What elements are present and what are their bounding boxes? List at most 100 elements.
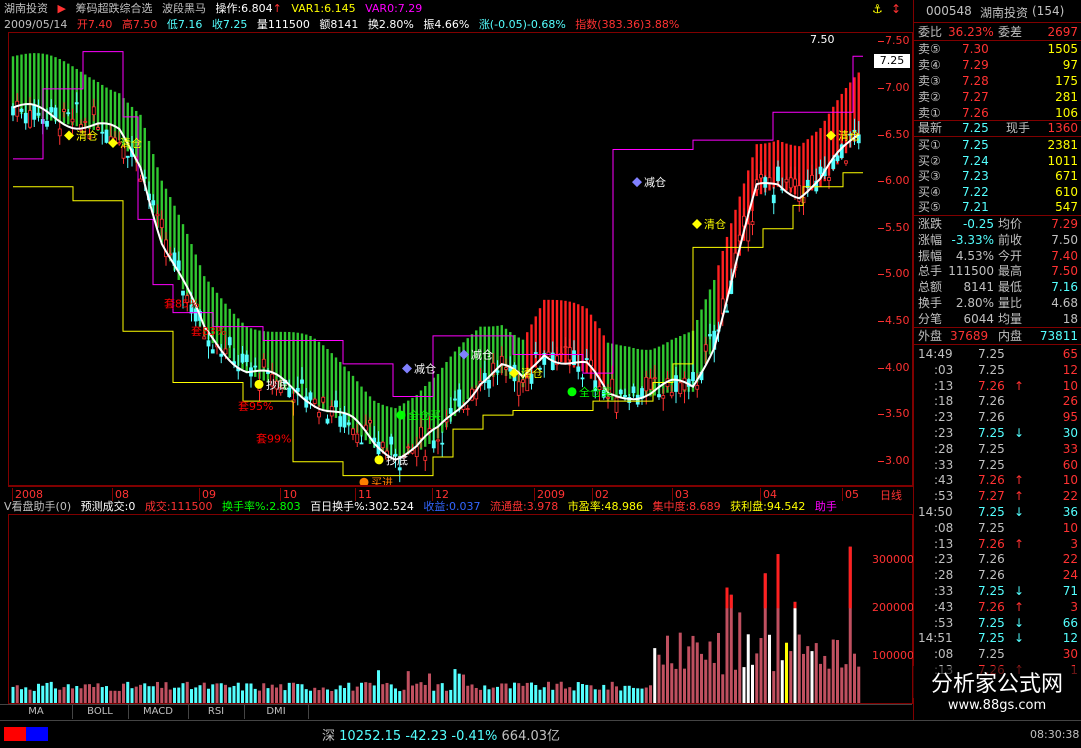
volume-bar[interactable] <box>372 685 376 703</box>
kline-chart[interactable]: 清仓清仓减仓减仓清仓减仓清仓清仓抄底抄底全仓买全仓买买进套99%套85%套95%… <box>9 33 912 485</box>
volume-bar[interactable] <box>491 687 495 703</box>
volume-bar[interactable] <box>623 685 627 703</box>
candle[interactable] <box>440 431 445 457</box>
candle[interactable] <box>104 129 109 144</box>
volume-bar[interactable] <box>75 686 79 703</box>
volume-bar[interactable] <box>279 684 283 703</box>
volume-bar[interactable] <box>79 688 83 703</box>
candle[interactable] <box>125 155 130 168</box>
ask-row[interactable]: 卖⑤ 7.30 1505 <box>918 41 1078 57</box>
volume-bar[interactable] <box>287 682 291 703</box>
volume-bar[interactable] <box>11 686 15 703</box>
volume-bar[interactable] <box>610 681 614 703</box>
volume-bar[interactable] <box>513 682 516 703</box>
volume-bar[interactable] <box>321 687 325 703</box>
volume-bar[interactable] <box>258 690 261 703</box>
volume-bar[interactable] <box>253 688 257 703</box>
volume-bar[interactable] <box>530 682 533 703</box>
anchor-icon[interactable]: ⚓ <box>872 2 883 16</box>
signal-marker[interactable]: 清仓 <box>64 129 98 143</box>
volume-bar[interactable] <box>751 664 754 703</box>
candle[interactable] <box>487 378 491 397</box>
volume-bar[interactable] <box>649 685 652 703</box>
volume-bar[interactable] <box>797 634 801 703</box>
volume-bar[interactable] <box>559 681 563 703</box>
volume-bar[interactable] <box>45 682 49 703</box>
volume-bar[interactable] <box>389 684 393 703</box>
volume-bar[interactable] <box>708 641 712 703</box>
candle[interactable] <box>763 175 768 196</box>
volume-bar[interactable] <box>572 690 576 703</box>
volume-bar[interactable] <box>615 686 618 703</box>
volume-bar[interactable] <box>300 684 304 703</box>
tab-dmi[interactable]: DMI <box>244 705 309 719</box>
signal-marker[interactable]: 减仓 <box>402 362 436 376</box>
volume-bar[interactable] <box>130 688 134 703</box>
volume-bar[interactable] <box>109 690 113 703</box>
volume-bar[interactable] <box>334 689 338 703</box>
volume-bar[interactable] <box>245 683 249 703</box>
volume-bar[interactable] <box>772 671 776 703</box>
volume-bar[interactable] <box>24 687 28 703</box>
volume-bar[interactable] <box>270 684 274 703</box>
volume-bar[interactable] <box>768 634 771 703</box>
volume-bar[interactable] <box>479 689 482 703</box>
candle[interactable] <box>210 344 215 354</box>
volume-bar[interactable] <box>168 689 172 703</box>
volume-bar[interactable] <box>500 683 504 703</box>
volume-bar[interactable] <box>440 683 444 703</box>
arrow-up-icon[interactable]: ↕ <box>891 2 901 16</box>
volume-bar[interactable] <box>683 668 686 703</box>
volume-bar[interactable] <box>462 674 465 703</box>
volume-bar[interactable] <box>517 683 521 703</box>
volume-bar[interactable] <box>704 659 708 703</box>
volume-bar[interactable] <box>632 687 635 703</box>
play-icon[interactable]: ▶ <box>58 2 66 15</box>
volume-bar[interactable] <box>139 684 142 703</box>
ask-row[interactable]: 卖③ 7.28 175 <box>918 73 1078 89</box>
volume-bar[interactable] <box>814 643 818 703</box>
volume-bar[interactable] <box>100 687 104 703</box>
candle[interactable] <box>640 386 644 405</box>
candle[interactable] <box>325 414 330 425</box>
volume-bar[interactable] <box>695 642 699 703</box>
volume-bar[interactable] <box>215 683 219 703</box>
volume-bar[interactable] <box>326 689 329 703</box>
volume-bar[interactable] <box>96 683 100 703</box>
candle[interactable] <box>750 210 755 236</box>
volume-bar[interactable] <box>411 685 414 703</box>
volume-bar[interactable] <box>317 690 321 703</box>
volume-bar[interactable] <box>364 682 368 703</box>
volume-bar[interactable] <box>593 689 597 703</box>
volume-bar[interactable] <box>385 682 389 703</box>
volume-bar[interactable] <box>470 684 474 703</box>
volume-bar[interactable] <box>504 683 508 703</box>
volume-bar[interactable] <box>598 689 601 703</box>
volume-bar[interactable] <box>487 689 491 703</box>
volume-bar[interactable] <box>275 687 278 703</box>
volume-bar[interactable] <box>581 684 584 703</box>
volume-bar[interactable] <box>661 664 665 703</box>
volume-bar[interactable] <box>134 686 138 703</box>
ask-row[interactable]: 卖④ 7.29 97 <box>918 57 1078 73</box>
volume-bar[interactable] <box>249 683 253 703</box>
volume-bar[interactable] <box>266 688 270 703</box>
volume-bar[interactable] <box>738 612 742 703</box>
volume-bar[interactable] <box>190 689 193 703</box>
volume-bar[interactable] <box>283 690 287 703</box>
volume-bar[interactable] <box>700 653 703 703</box>
volume-bar[interactable] <box>71 688 74 703</box>
signal-marker[interactable]: 减仓 <box>459 348 493 362</box>
volume-bar[interactable] <box>143 683 147 703</box>
volume-bar[interactable] <box>360 682 363 703</box>
volume-bar[interactable] <box>759 638 763 703</box>
volume-bar[interactable] <box>653 648 657 703</box>
volume-bar[interactable] <box>381 684 385 703</box>
volume-bar[interactable] <box>105 686 108 703</box>
volume-bar[interactable] <box>568 687 572 703</box>
volume-bar[interactable] <box>785 642 788 703</box>
signal-marker[interactable]: 全仓买 <box>567 385 613 399</box>
volume-bar[interactable] <box>156 681 159 703</box>
tab-macd[interactable]: MACD <box>128 705 189 719</box>
signal-marker[interactable]: 清仓 <box>108 136 142 150</box>
